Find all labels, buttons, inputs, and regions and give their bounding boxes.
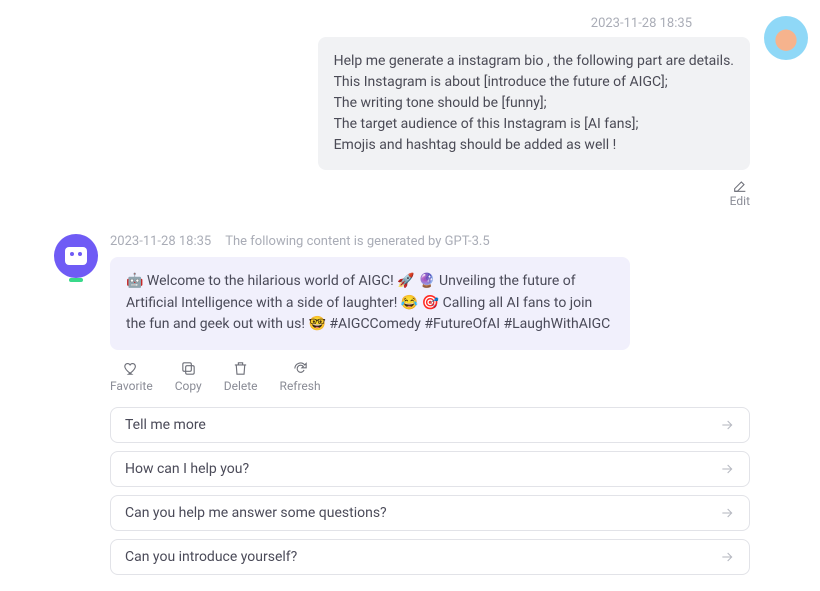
suggestion-label: How can I help you? <box>125 461 249 477</box>
arrow-right-icon <box>719 417 735 433</box>
user-timestamp: 2023-11-28 18:35 <box>591 16 692 31</box>
copy-button[interactable]: Copy <box>175 360 202 393</box>
user-message-row: 2023-11-28 18:35 Help me generate a inst… <box>110 16 750 208</box>
chat-container: 2023-11-28 18:35 Help me generate a inst… <box>0 0 820 591</box>
bot-meta: 2023-11-28 18:35 The following content i… <box>110 234 750 249</box>
edit-button[interactable]: Edit <box>730 178 750 208</box>
suggestion-item[interactable]: How can I help you? <box>110 451 750 487</box>
message-actions: Favorite Copy Delete Refresh <box>110 360 750 393</box>
suggestion-item[interactable]: Tell me more <box>110 407 750 443</box>
favorite-label: Favorite <box>110 379 153 393</box>
refresh-icon <box>292 360 309 377</box>
arrow-right-icon <box>719 461 735 477</box>
copy-label: Copy <box>175 379 202 393</box>
suggestion-label: Can you help me answer some questions? <box>125 505 387 521</box>
delete-button[interactable]: Delete <box>224 360 258 393</box>
heart-icon <box>123 360 140 377</box>
suggestion-label: Tell me more <box>125 417 206 433</box>
refresh-label: Refresh <box>280 379 321 393</box>
suggestion-item[interactable]: Can you help me answer some questions? <box>110 495 750 531</box>
bot-timestamp: 2023-11-28 18:35 <box>110 234 211 249</box>
bot-generator-note: The following content is generated by GP… <box>225 234 489 249</box>
refresh-button[interactable]: Refresh <box>280 360 321 393</box>
delete-label: Delete <box>224 379 258 393</box>
bot-message-bubble: 🤖 Welcome to the hilarious world of AIGC… <box>110 257 630 350</box>
copy-icon <box>180 360 197 377</box>
arrow-right-icon <box>719 505 735 521</box>
user-avatar <box>764 16 808 60</box>
favorite-button[interactable]: Favorite <box>110 360 153 393</box>
edit-label: Edit <box>730 194 750 208</box>
suggestion-list: Tell me more How can I help you? Can you… <box>110 407 750 575</box>
user-message-bubble: Help me generate a instagram bio , the f… <box>318 37 750 170</box>
bot-message-row: 2023-11-28 18:35 The following content i… <box>110 234 750 575</box>
edit-icon <box>732 178 748 194</box>
bot-avatar <box>54 234 98 278</box>
suggestion-item[interactable]: Can you introduce yourself? <box>110 539 750 575</box>
trash-icon <box>232 360 249 377</box>
